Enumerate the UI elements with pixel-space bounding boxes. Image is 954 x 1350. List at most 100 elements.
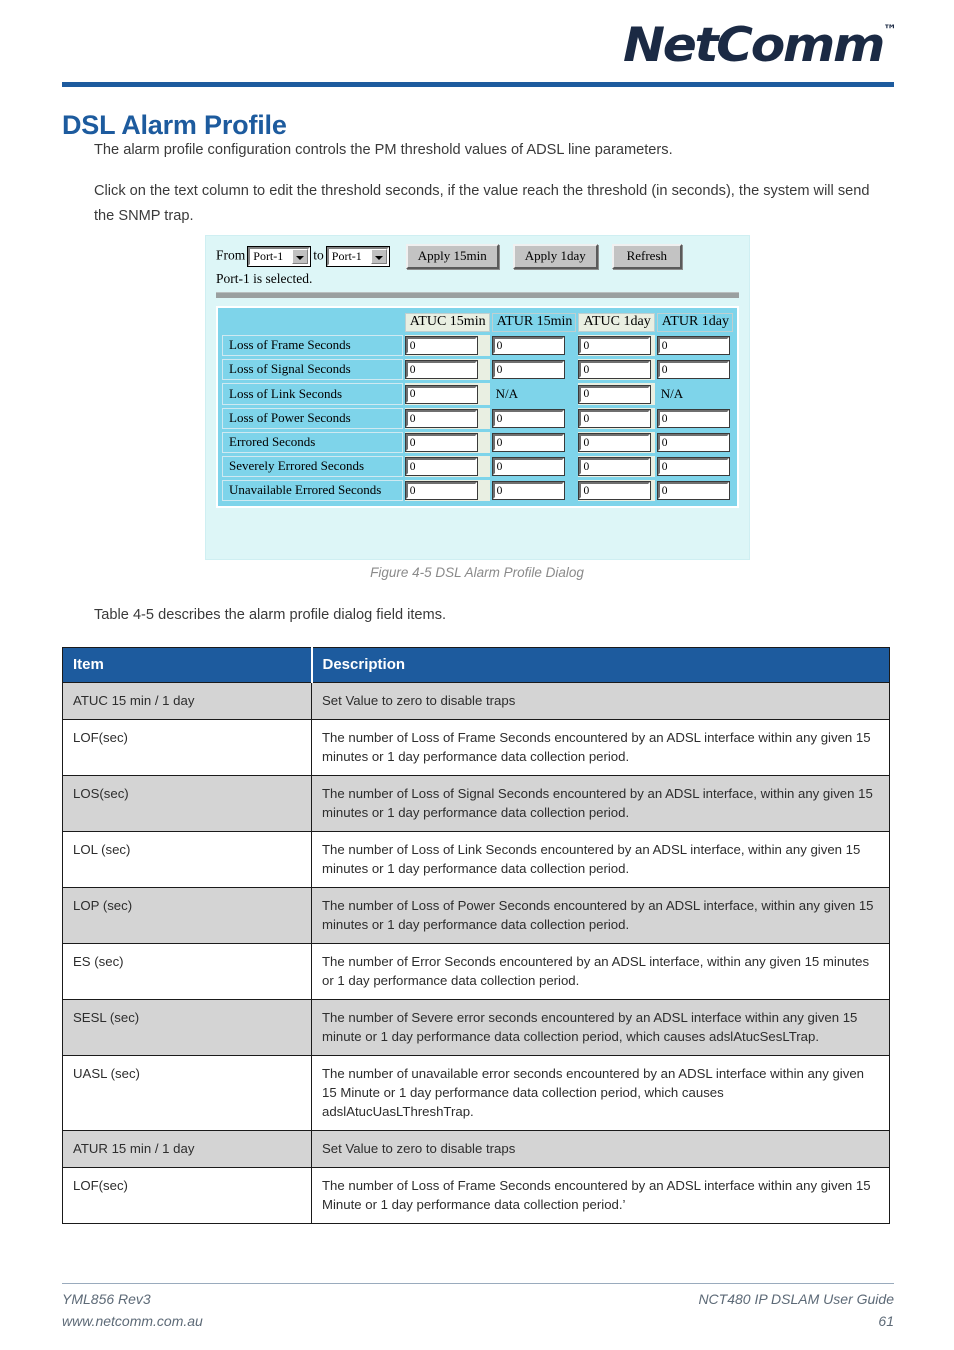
table-cell-description: The number of Severe error seconds encou… — [311, 999, 890, 1056]
threshold-header-row: ATUC 15min ATUR 15min ATUC 1day ATUR 1da… — [222, 313, 733, 332]
threshold-row: Unavailable Errored Seconds — [222, 480, 733, 501]
threshold-input-atur-15min[interactable] — [491, 481, 565, 500]
threshold-cell-atur-1day — [656, 359, 733, 380]
threshold-input-atuc-1day[interactable] — [578, 409, 652, 428]
threshold-cell-atur-15min: N/A — [491, 383, 577, 405]
table-cell-description: The number of Error Seconds encountered … — [311, 943, 890, 1000]
threshold-input-atuc-1day[interactable] — [578, 384, 652, 404]
dialog-toolbar: From Port-1 to Port-1 Apply 15min Apply 1… — [206, 236, 749, 269]
threshold-header-blank — [222, 313, 403, 332]
table-row: LOF(sec) The number of Loss of Frame Seco… — [62, 1167, 890, 1224]
threshold-row-label: Unavailable Errored Seconds — [222, 480, 403, 501]
threshold-cell-atur-15min — [491, 480, 577, 501]
table-cell-item: ES (sec) — [62, 943, 312, 1000]
threshold-input-atuc-15min[interactable] — [404, 384, 478, 404]
threshold-input-atuc-15min[interactable] — [404, 360, 478, 379]
threshold-row-label: Loss of Power Seconds — [222, 408, 403, 429]
threshold-input-atur-15min[interactable] — [491, 360, 565, 379]
threshold-na-atur-15min: N/A — [495, 386, 518, 401]
threshold-input-atuc-1day[interactable] — [578, 457, 652, 476]
paragraph-1: The alarm profile configuration controls… — [94, 142, 673, 158]
table-row: LOS(sec) The number of Loss of Signal Sec… — [62, 775, 890, 832]
threshold-header-atuc-1day: ATUC 1day — [578, 313, 655, 332]
page-title: DSL Alarm Profile — [62, 110, 287, 141]
threshold-cell-atuc-15min — [404, 335, 490, 356]
threshold-header-atur-15min: ATUR 15min — [491, 313, 577, 332]
doc-table-header-description: Description — [311, 647, 890, 683]
threshold-input-atur-1day[interactable] — [656, 409, 730, 428]
dialog-status-text: Port-1 is selected. — [216, 271, 313, 286]
threshold-cell-atuc-1day — [578, 383, 655, 405]
to-port-select[interactable]: Port-1 — [325, 246, 390, 267]
table-cell-item: ATUC 15 min / 1 day — [62, 682, 312, 720]
threshold-row: Loss of Frame Seconds — [222, 335, 733, 356]
table-row: UASL (sec) The number of unavailable erro… — [62, 1055, 890, 1131]
threshold-row-label: Severely Errored Seconds — [222, 456, 403, 477]
table-cell-description: The number of Loss of Signal Seconds enc… — [311, 775, 890, 832]
table-row: SESL (sec) The number of Severe error sec… — [62, 999, 890, 1056]
to-port-value: Port-1 — [331, 249, 362, 263]
threshold-row-label: Loss of Link Seconds — [222, 383, 403, 405]
table-cell-item: LOF(sec) — [62, 1167, 312, 1224]
threshold-input-atuc-15min[interactable] — [404, 433, 478, 452]
to-label: to — [313, 247, 324, 263]
from-port-value: Port-1 — [253, 249, 284, 263]
threshold-input-atur-1day[interactable] — [656, 433, 730, 452]
doc-table-header-row: Item Description — [62, 647, 890, 683]
table-cell-item: LOS(sec) — [62, 775, 312, 832]
threshold-cell-atur-1day — [656, 432, 733, 453]
table-cell-description: The number of Loss of Frame Seconds enco… — [311, 1167, 890, 1224]
threshold-input-atur-15min[interactable] — [491, 336, 565, 355]
chevron-down-icon[interactable] — [292, 249, 309, 264]
threshold-input-atuc-1day[interactable] — [578, 433, 652, 452]
threshold-input-atuc-15min[interactable] — [404, 457, 478, 476]
footer-left: YML856 Rev3 www.netcomm.com.au — [62, 1288, 203, 1332]
dialog-divider — [216, 292, 739, 298]
threshold-input-atuc-15min[interactable] — [404, 409, 478, 428]
threshold-header-atur-1day: ATUR 1day — [656, 313, 733, 332]
threshold-input-atur-1day[interactable] — [656, 336, 730, 355]
threshold-input-atuc-1day[interactable] — [578, 336, 652, 355]
chevron-down-icon[interactable] — [370, 249, 387, 264]
apply-1day-button[interactable]: Apply 1day — [512, 244, 598, 269]
threshold-table-wrapper: ATUC 15min ATUR 15min ATUC 1day ATUR 1da… — [216, 306, 739, 508]
threshold-input-atur-1day[interactable] — [656, 457, 730, 476]
apply-15min-button[interactable]: Apply 15min — [405, 244, 499, 269]
threshold-row: Severely Errored Seconds — [222, 456, 733, 477]
threshold-input-atuc-15min[interactable] — [404, 481, 478, 500]
threshold-row: Loss of Power Seconds — [222, 408, 733, 429]
table-cell-item: ATUR 15 min / 1 day — [62, 1130, 312, 1168]
intro-text: The alarm profile configuration controls… — [94, 138, 884, 245]
threshold-cell-atur-1day — [656, 335, 733, 356]
trademark-icon: ™ — [883, 23, 897, 38]
threshold-input-atur-1day[interactable] — [656, 360, 730, 379]
threshold-table: ATUC 15min ATUR 15min ATUC 1day ATUR 1da… — [220, 310, 735, 504]
figure-caption: Figure 4-5 DSL Alarm Profile Dialog — [370, 565, 584, 580]
threshold-input-atuc-1day[interactable] — [578, 481, 652, 500]
threshold-input-atur-15min[interactable] — [491, 457, 565, 476]
threshold-row: Loss of Signal Seconds — [222, 359, 733, 380]
from-port-select[interactable]: Port-1 — [247, 246, 312, 267]
threshold-table-body: Loss of Frame Seconds Loss of Signal Seco… — [222, 335, 733, 501]
page-footer: YML856 Rev3 www.netcomm.com.au NCT480 IP… — [62, 1288, 894, 1332]
refresh-button[interactable]: Refresh — [611, 244, 682, 269]
table-cell-item: LOF(sec) — [62, 719, 312, 776]
threshold-cell-atuc-15min — [404, 383, 490, 405]
logo-text: NetComm — [622, 18, 885, 73]
threshold-cell-atur-15min — [491, 359, 577, 380]
table-cell-description: The number of Loss of Frame Seconds enco… — [311, 719, 890, 776]
threshold-input-atuc-1day[interactable] — [578, 360, 652, 379]
threshold-row: Loss of Link Seconds N/A N/A — [222, 383, 733, 405]
table-intro-text: Table 4-5 describes the alarm profile di… — [94, 607, 447, 623]
threshold-input-atur-1day[interactable] — [656, 481, 730, 500]
table-row: LOL (sec) The number of Loss of Link Seco… — [62, 831, 890, 888]
table-cell-description: The number of Loss of Power Seconds enco… — [311, 887, 890, 944]
threshold-input-atur-15min[interactable] — [491, 433, 565, 452]
threshold-input-atuc-15min[interactable] — [404, 336, 478, 355]
footer-website[interactable]: www.netcomm.com.au — [62, 1310, 203, 1332]
footer-page-number: 61 — [878, 1313, 894, 1329]
threshold-input-atur-15min[interactable] — [491, 409, 565, 428]
footer-guide-title: NCT480 IP DSLAM User Guide — [698, 1291, 894, 1307]
doc-table-body: ATUC 15 min / 1 day Set Value to zero to … — [62, 682, 890, 1224]
threshold-cell-atur-1day: N/A — [656, 383, 733, 405]
